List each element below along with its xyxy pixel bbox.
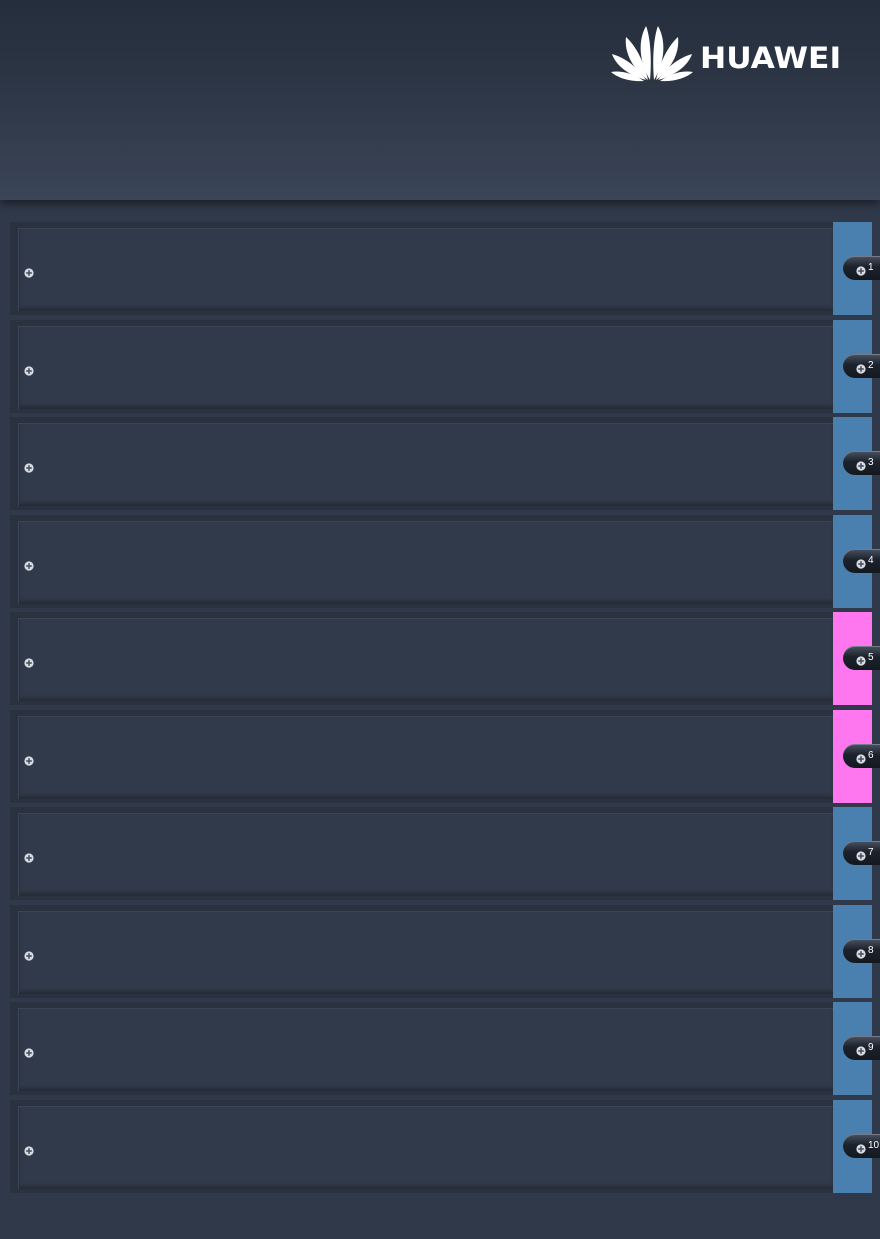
expand-slot-icon[interactable] bbox=[24, 265, 34, 278]
plus-icon bbox=[856, 946, 866, 959]
slot-row: 1 bbox=[10, 222, 880, 315]
slot-number: 4 bbox=[868, 554, 874, 566]
slot-card bbox=[18, 423, 834, 506]
slot-card bbox=[18, 618, 834, 701]
slot-card bbox=[18, 1008, 834, 1091]
slot-number-button[interactable]: 2 bbox=[843, 353, 880, 378]
plus-icon bbox=[856, 556, 866, 569]
plus-icon bbox=[856, 458, 866, 471]
plus-icon bbox=[856, 1043, 866, 1056]
expand-slot-icon[interactable] bbox=[24, 753, 34, 766]
slot-row: 9 bbox=[10, 1002, 880, 1095]
slot-number-button[interactable]: 4 bbox=[843, 548, 880, 573]
huawei-logo: HUAWEI bbox=[610, 24, 850, 82]
slot-number-button[interactable]: 6 bbox=[843, 743, 880, 768]
slot-card bbox=[18, 325, 834, 409]
slot-card bbox=[18, 228, 834, 311]
slot-row: 5 bbox=[10, 612, 880, 705]
expand-slot-icon[interactable] bbox=[24, 558, 34, 571]
slot-row: 8 bbox=[10, 904, 880, 998]
slot-number-button[interactable]: 1 bbox=[843, 256, 880, 280]
slot-number-button[interactable]: 9 bbox=[843, 1036, 880, 1060]
slot-number: 9 bbox=[868, 1042, 874, 1053]
slot-card bbox=[18, 715, 834, 799]
slot-number: 7 bbox=[868, 847, 874, 858]
slot-number-button[interactable]: 7 bbox=[843, 841, 880, 865]
page-header: HUAWEI bbox=[0, 0, 880, 200]
slot-number: 2 bbox=[868, 359, 874, 371]
slot-number: 5 bbox=[868, 652, 874, 663]
expand-slot-icon[interactable] bbox=[24, 1045, 34, 1058]
slot-card bbox=[18, 813, 834, 896]
expand-slot-icon[interactable] bbox=[24, 1143, 34, 1156]
slot-number: 3 bbox=[868, 457, 874, 468]
slot-number-button[interactable]: 5 bbox=[843, 646, 880, 670]
slot-card bbox=[18, 910, 834, 994]
expand-slot-icon[interactable] bbox=[24, 948, 34, 961]
plus-icon bbox=[856, 263, 866, 276]
slot-row: 6 bbox=[10, 709, 880, 803]
slot-card bbox=[18, 520, 834, 604]
slot-row: 3 bbox=[10, 417, 880, 510]
slot-number: 6 bbox=[868, 749, 874, 761]
slot-number: 8 bbox=[868, 944, 874, 956]
slot-row: 4 bbox=[10, 514, 880, 608]
plus-icon bbox=[856, 751, 866, 764]
slot-number-button[interactable]: 10 bbox=[843, 1133, 880, 1158]
slot-row: 7 bbox=[10, 807, 880, 900]
slot-number-button[interactable]: 3 bbox=[843, 451, 880, 475]
plus-icon bbox=[856, 361, 866, 374]
plus-icon bbox=[856, 1141, 866, 1154]
plus-icon bbox=[856, 653, 866, 666]
slot-row: 10 bbox=[10, 1099, 880, 1193]
expand-slot-icon[interactable] bbox=[24, 655, 34, 668]
plus-icon bbox=[856, 848, 866, 861]
huawei-petal-icon bbox=[611, 26, 693, 82]
slot-number-button[interactable]: 8 bbox=[843, 938, 880, 963]
slot-number: 1 bbox=[868, 262, 874, 273]
slot-card bbox=[18, 1105, 834, 1189]
slot-list: 1 2 3 4 5 6 7 8 9 10 bbox=[10, 222, 880, 1197]
expand-slot-icon[interactable] bbox=[24, 363, 34, 376]
expand-slot-icon[interactable] bbox=[24, 460, 34, 473]
expand-slot-icon[interactable] bbox=[24, 850, 34, 863]
slot-number: 10 bbox=[868, 1139, 880, 1151]
slot-row: 2 bbox=[10, 319, 880, 413]
brand-name: HUAWEI bbox=[700, 41, 842, 75]
